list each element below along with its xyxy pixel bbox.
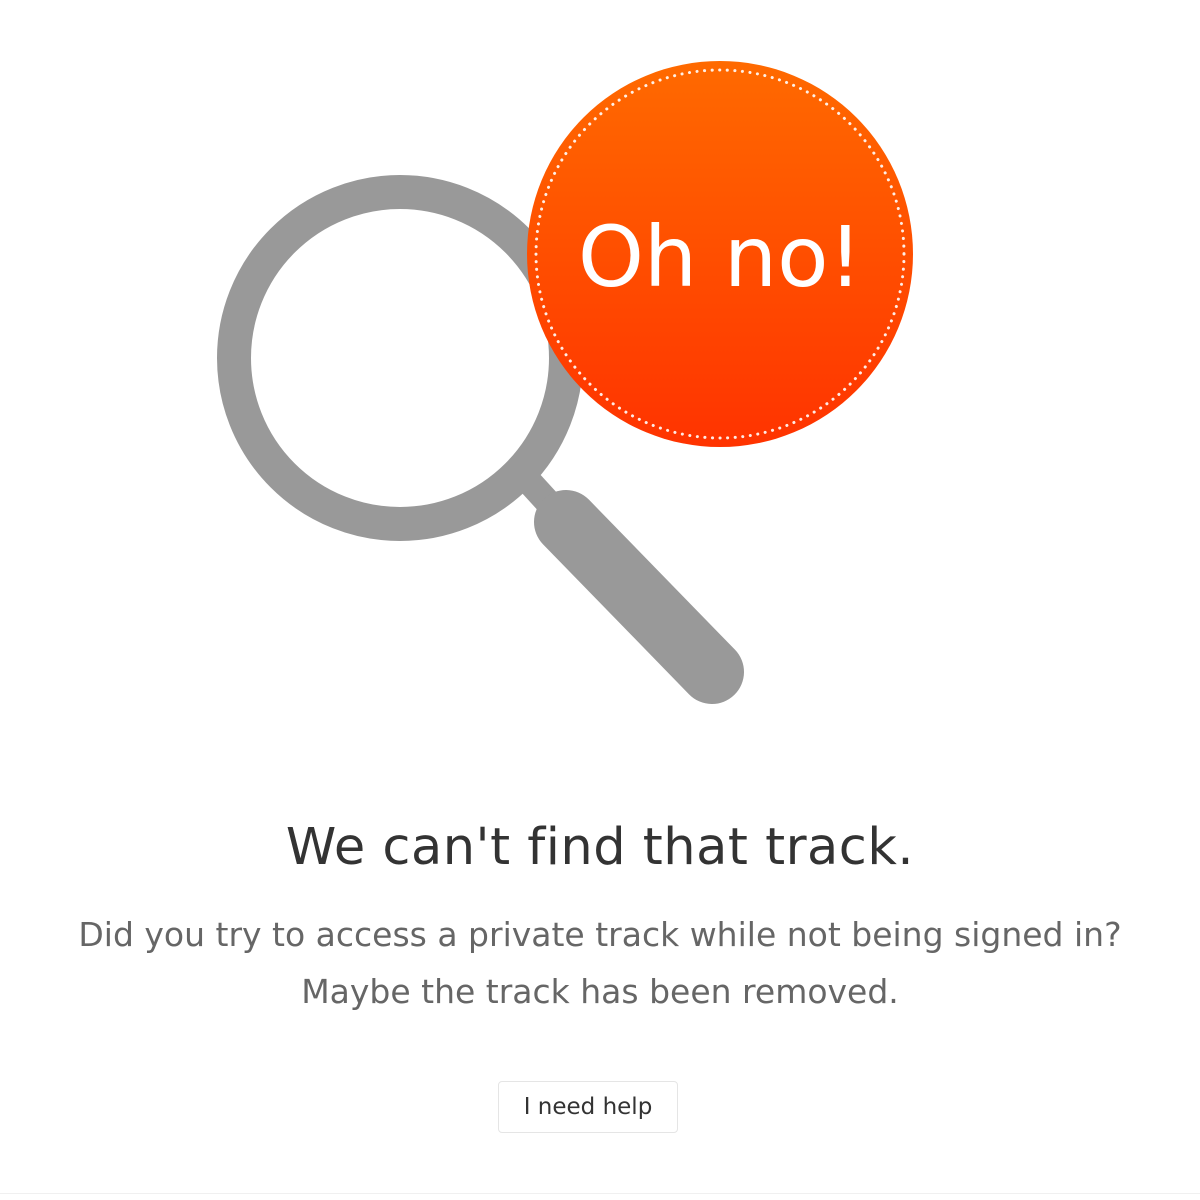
error-message-line-1: Did you try to access a private track wh… <box>78 915 1122 954</box>
error-message: Did you try to access a private track wh… <box>0 906 1200 1020</box>
error-message-line-2: Maybe the track has been removed. <box>301 972 899 1011</box>
error-title: We can't find that track. <box>285 818 915 877</box>
help-button[interactable]: I need help <box>498 1081 678 1133</box>
bottom-divider <box>0 1193 1200 1194</box>
not-found-illustration: Oh no! <box>217 61 913 704</box>
oh-no-badge: Oh no! <box>527 61 913 447</box>
badge-text: Oh no! <box>578 208 862 306</box>
